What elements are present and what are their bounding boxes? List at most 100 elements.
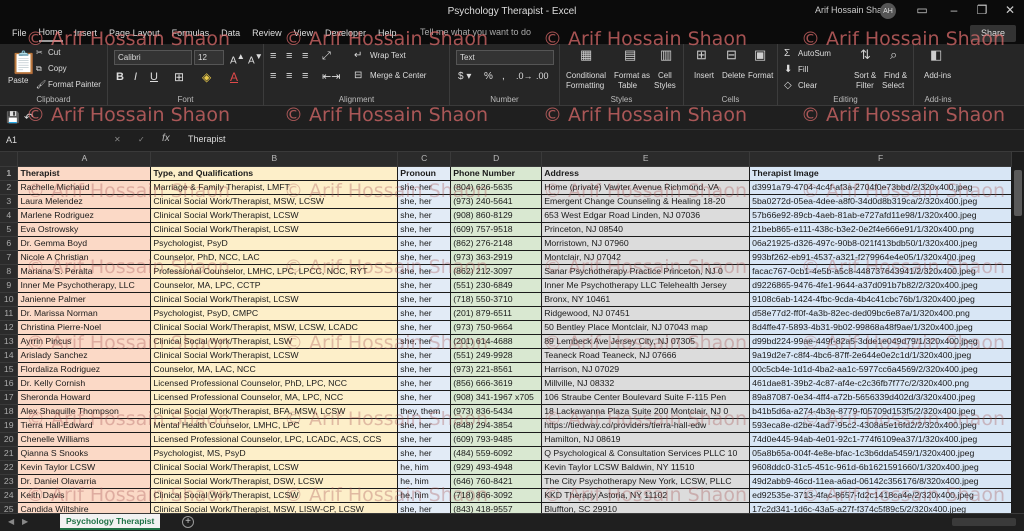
fill-button[interactable]: Fill	[798, 65, 808, 74]
row-header[interactable]: 9	[0, 278, 19, 293]
therapist-cell[interactable]: Flordaliza Rodriguez	[17, 362, 152, 377]
phone-cell[interactable]: (804) 626-5635	[450, 180, 543, 195]
bold-icon[interactable]: B	[116, 71, 124, 83]
cell-styles-button[interactable]: Cell	[658, 71, 672, 80]
merge-icon[interactable]: ⊟	[354, 70, 362, 81]
image-cell[interactable]: b41b5d6a-a274-4b3e-8779-f05709d153f5/2/3…	[749, 404, 1012, 419]
menu-review[interactable]: Review	[252, 25, 282, 41]
phone-cell[interactable]: (973) 363-2919	[450, 250, 543, 265]
therapist-cell[interactable]: Eva Ostrowsky	[17, 222, 152, 237]
therapist-cell[interactable]: Laura Melendez	[17, 194, 152, 209]
pronoun-cell[interactable]: he, him	[397, 474, 452, 489]
header-cell[interactable]: Address	[541, 166, 751, 181]
save-icon[interactable]: 💾	[6, 111, 20, 124]
header-cell[interactable]: Type, and Qualifications	[150, 166, 399, 181]
pronoun-cell[interactable]: she, her	[397, 418, 452, 433]
address-cell[interactable]: 18 Lackawanna Plaza Suite 200 Montclair,…	[541, 404, 751, 419]
qualifications-cell[interactable]: Mental Health Counselor, LMHC, LPC	[150, 418, 399, 433]
therapist-cell[interactable]: Chenelle Williams	[17, 432, 152, 447]
phone-cell[interactable]: (929) 493-4948	[450, 460, 543, 475]
row-header[interactable]: 10	[0, 292, 19, 307]
fill-icon[interactable]: ⬇	[784, 64, 792, 75]
tell-me-search[interactable]: Tell me what you want to do	[420, 27, 531, 37]
image-cell[interactable]: 9108c6ab-1424-4fbc-9cda-4b4c41cbc76b/1/3…	[749, 292, 1012, 307]
header-cell[interactable]: Phone Number	[450, 166, 543, 181]
menu-view[interactable]: View	[294, 25, 313, 41]
sheet-tab-psychology-therapist[interactable]: Psychology Therapist	[60, 514, 161, 530]
qualifications-cell[interactable]: Psychologist, PsyD	[150, 236, 399, 251]
therapist-cell[interactable]: Alex Shaquille Thompson	[17, 404, 152, 419]
address-cell[interactable]: KKD Therapy Astoria, NY 11102	[541, 488, 751, 503]
autosum-button[interactable]: AutoSum	[798, 49, 831, 58]
find-select-icon[interactable]: ⌕	[890, 47, 897, 63]
qualifications-cell[interactable]: Counselor, MA, LAC, NCC	[150, 362, 399, 377]
row-header[interactable]: 16	[0, 376, 19, 391]
cut-icon[interactable]: ✂	[36, 48, 43, 57]
address-cell[interactable]: Sanar Psychotherapy Practice Princeton, …	[541, 264, 751, 279]
image-cell[interactable]: 21beb865-e111-438c-b3e2-0e2f4e666e91/1/3…	[749, 222, 1012, 237]
row-header[interactable]: 22	[0, 460, 19, 475]
format-as-table-icon[interactable]: ▤	[624, 47, 636, 63]
autosum-icon[interactable]: Σ	[784, 48, 790, 59]
select-all-corner[interactable]	[0, 152, 19, 167]
font-size-select[interactable]: 12	[194, 50, 224, 65]
addins-button[interactable]: Add-ins	[924, 71, 951, 80]
increase-decimal-icon[interactable]: .0→	[516, 71, 533, 81]
column-header[interactable]: F	[749, 152, 1012, 167]
scroll-thumb[interactable]	[1014, 170, 1022, 216]
address-cell[interactable]: 89 Lembeck Ave Jersey City, NJ 07305	[541, 334, 751, 349]
image-cell[interactable]: 8d4ffe47-5893-4b31-9b02-99868a48f9ae/1/3…	[749, 320, 1012, 335]
add-sheet-icon[interactable]: +	[182, 516, 194, 528]
row-header[interactable]: 13	[0, 334, 19, 349]
address-cell[interactable]: 653 West Edgar Road Linden, NJ 07036	[541, 208, 751, 223]
wrap-text-icon[interactable]: ↵	[354, 50, 362, 61]
name-box[interactable]: A1	[4, 133, 100, 148]
image-cell[interactable]: 74d0e445-94ab-4e01-92c1-774f6109ea37/1/3…	[749, 432, 1012, 447]
font-color-icon[interactable]: A	[230, 70, 238, 84]
row-header[interactable]: 15	[0, 362, 19, 377]
pronoun-cell[interactable]: she, her	[397, 376, 452, 391]
cell-styles-button-line2[interactable]: Styles	[654, 81, 676, 90]
row-header[interactable]: 18	[0, 404, 19, 419]
qualifications-cell[interactable]: Clinical Social Work/Therapist, MSW, LCS…	[150, 320, 399, 335]
row-header[interactable]: 12	[0, 320, 19, 335]
menu-file[interactable]: File	[12, 25, 27, 41]
conditional-formatting-button-line2[interactable]: Formatting	[566, 81, 604, 90]
pronoun-cell[interactable]: she, her	[397, 348, 452, 363]
phone-cell[interactable]: (718) 866-3092	[450, 488, 543, 503]
align-bottom-icon[interactable]: ≡	[302, 50, 308, 62]
wrap-text-button[interactable]: Wrap Text	[370, 51, 406, 60]
address-cell[interactable]: The City Psychotherapy New York, LCSW, P…	[541, 474, 751, 489]
image-cell[interactable]: 9a19d2e7-c8f4-4bc6-87ff-2e644e0e2c1d/1/3…	[749, 348, 1012, 363]
row-header[interactable]: 11	[0, 306, 19, 321]
address-cell[interactable]: Morristown, NJ 07960	[541, 236, 751, 251]
pronoun-cell[interactable]: she, her	[397, 180, 452, 195]
paste-icon[interactable]: 📋	[10, 50, 37, 76]
address-cell[interactable]: Emergent Change Counseling & Healing 18-…	[541, 194, 751, 209]
row-header[interactable]: 19	[0, 418, 19, 433]
image-cell[interactable]: 06a21925-d326-497c-90b8-021f413bdb50/1/3…	[749, 236, 1012, 251]
pronoun-cell[interactable]: she, her	[397, 292, 452, 307]
copy-button[interactable]: Copy	[48, 64, 67, 73]
address-cell[interactable]: Inner Me Psychotherapy LLC Telehealth Je…	[541, 278, 751, 293]
addins-icon[interactable]: ◧	[930, 47, 942, 63]
phone-cell[interactable]: (609) 757-9518	[450, 222, 543, 237]
sort-filter-button-line2[interactable]: Filter	[856, 81, 874, 90]
comma-icon[interactable]: ,	[502, 71, 505, 82]
close-icon[interactable]: ✕	[1000, 3, 1020, 17]
pronoun-cell[interactable]: she, her	[397, 320, 452, 335]
pronoun-cell[interactable]: she, her	[397, 222, 452, 237]
address-cell[interactable]: Ridgewood, NJ 07451	[541, 306, 751, 321]
align-right-icon[interactable]: ≡	[302, 70, 308, 82]
qualifications-cell[interactable]: Clinical Social Work/Therapist, LCSW	[150, 460, 399, 475]
therapist-cell[interactable]: Keith Davis	[17, 488, 152, 503]
qualifications-cell[interactable]: Clinical Social Work/Therapist, LCSW	[150, 208, 399, 223]
format-cells-icon[interactable]: ▣	[754, 47, 766, 63]
align-left-icon[interactable]: ≡	[270, 70, 276, 82]
address-cell[interactable]: Home (private) Vawter Avenue Richmond, V…	[541, 180, 751, 195]
address-cell[interactable]: 50 Bentley Place Montclair, NJ 07043 map	[541, 320, 751, 335]
row-header[interactable]: 2	[0, 180, 19, 195]
format-painter-icon[interactable]: 🖌	[36, 80, 46, 89]
formula-input[interactable]: Therapist	[188, 134, 226, 144]
qualifications-cell[interactable]: Licensed Professional Counselor, PhD, LP…	[150, 376, 399, 391]
